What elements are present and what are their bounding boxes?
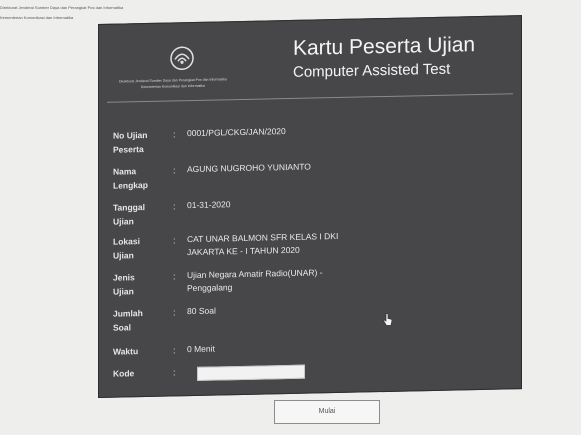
field-value: 01-31-2020 (187, 199, 231, 211)
ministry-emblem-icon (170, 46, 194, 70)
row-exam-date: Tanggal Ujian : 01-31-2020 (113, 192, 513, 226)
field-value: 0001/PGL/CKG/JAN/2020 (187, 126, 286, 139)
field-label: No Ujian Peserta (113, 129, 148, 155)
top-note: Direktorat Jenderal Sumber Daya dan Pera… (0, 0, 200, 25)
field-label: Jumlah Soal (113, 308, 143, 333)
top-note-line2: Kementerian Komunikasi dan Informatika (0, 15, 74, 20)
exam-card: Direktorat Jenderal Sumber Daya dan Pera… (98, 15, 522, 398)
field-label: Tanggal Ujian (113, 202, 145, 227)
field-value: AGUNG NUGROHO YUNIANTO (187, 161, 311, 175)
top-note-line1: Direktorat Jenderal Sumber Daya dan Pera… (0, 5, 124, 10)
next-button[interactable]: Mulai (274, 400, 380, 424)
row-time: Waktu : 0 Menit (113, 336, 513, 357)
field-value: Ujian Negara Amatir Radio(UNAR) - Pengga… (187, 267, 323, 294)
row-full-name: Nama Lengkap : AGUNG NUGROHO YUNIANTO (113, 156, 513, 191)
row-question-count: Jumlah Soal : 80 Soal (113, 298, 513, 333)
card-title: Kartu Peserta Ujian (293, 33, 476, 60)
card-subtitle: Computer Assisted Test (293, 60, 451, 81)
field-label: Kode (113, 368, 135, 379)
row-code: Kode : (113, 358, 513, 381)
field-colon: : (173, 271, 176, 282)
field-colon: : (173, 235, 176, 246)
field-label: Waktu (113, 346, 139, 357)
ministry-logo: Direktorat Jenderal Sumber Daya dan Pera… (107, 36, 257, 99)
field-label: Jenis Ujian (113, 272, 135, 297)
code-input[interactable] (197, 364, 305, 381)
field-colon: : (173, 201, 176, 212)
participant-info: No Ujian Peserta : 0001/PGL/CKG/JAN/2020… (113, 120, 513, 381)
field-label: Nama Lengkap (113, 166, 148, 191)
field-value: CAT UNAR BALMON SFR KELAS I DKI JAKARTA … (187, 230, 339, 258)
field-colon: : (173, 129, 176, 140)
field-colon: : (173, 165, 176, 176)
row-exam-location: Lokasi Ujian : CAT UNAR BALMON SFR KELAS… (113, 226, 513, 261)
hand-cursor-icon (383, 313, 393, 326)
row-exam-number: No Ujian Peserta : 0001/PGL/CKG/JAN/2020 (113, 120, 513, 155)
field-colon: : (173, 367, 176, 378)
field-colon: : (173, 345, 176, 356)
field-label: Lokasi Ujian (113, 236, 140, 261)
row-exam-type: Jenis Ujian : Ujian Negara Amatir Radio(… (113, 262, 513, 296)
logo-caption-line2: Kementerian Komunikasi dan Informatika (141, 83, 206, 90)
field-colon: : (173, 307, 176, 318)
field-value: 80 Soal (187, 305, 216, 317)
field-value: 0 Menit (187, 343, 215, 355)
